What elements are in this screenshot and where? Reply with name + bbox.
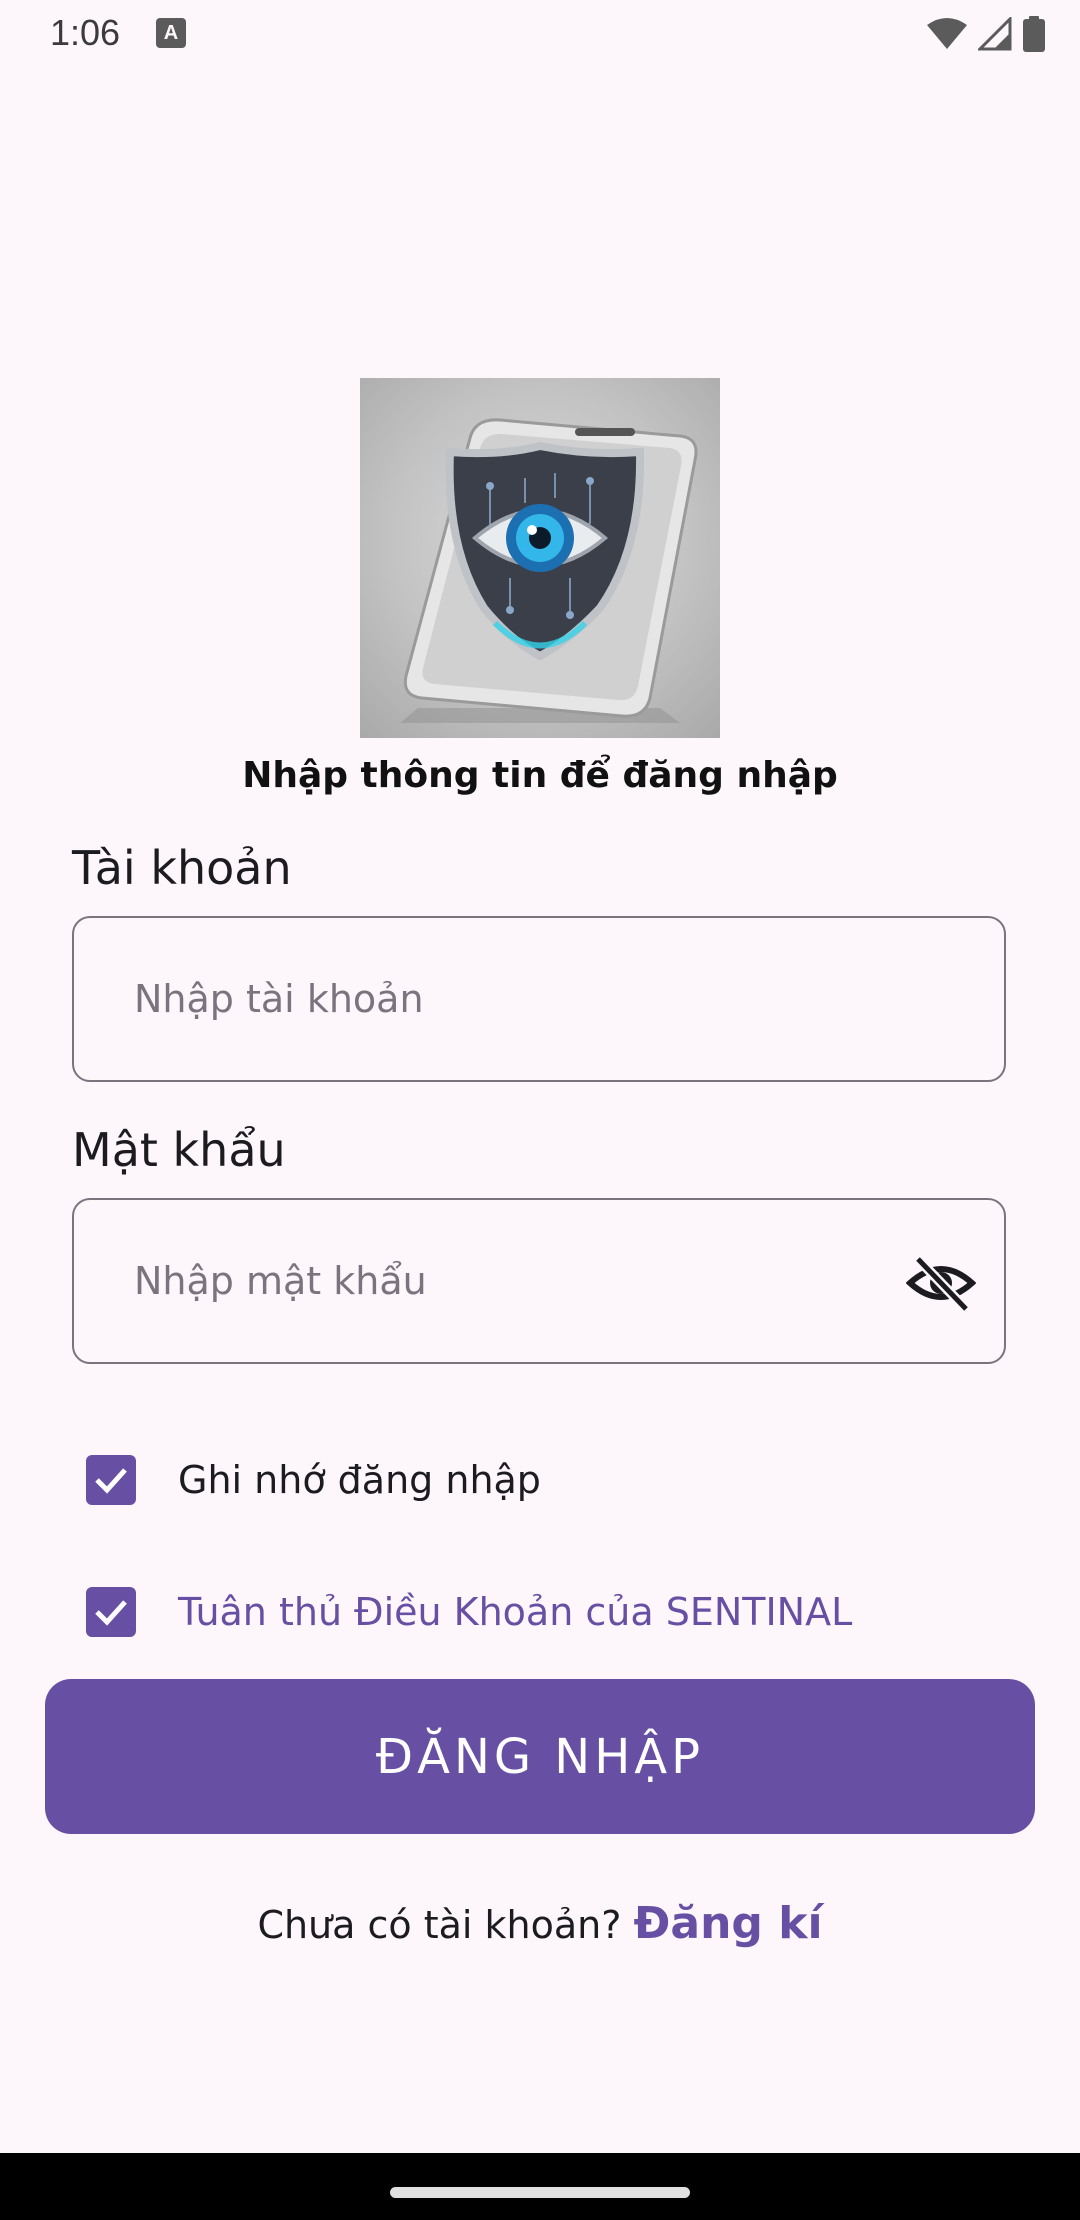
- shield-eye-phone-logo: [400, 418, 698, 723]
- check-icon: [95, 1600, 127, 1626]
- status-bar: 1:06 A: [0, 0, 1080, 66]
- signup-row: Chưa có tài khoản? Đăng kí: [0, 1894, 1080, 1955]
- terms-link[interactable]: Tuân thủ Điều Khoản của SENTINAL: [178, 1587, 852, 1637]
- page-title: Nhập thông tin để đăng nhập: [242, 755, 838, 796]
- signup-link[interactable]: Đăng kí: [634, 1898, 823, 1949]
- app-logo-image: [360, 378, 720, 738]
- password-field[interactable]: [72, 1198, 1006, 1364]
- remember-me-label: Ghi nhớ đăng nhập: [178, 1458, 541, 1502]
- account-label: Tài khoản: [72, 841, 292, 895]
- status-icons: [926, 14, 1046, 54]
- navigation-bar: [0, 2153, 1080, 2220]
- account-input[interactable]: [134, 918, 894, 1080]
- eye-off-icon[interactable]: [906, 1253, 976, 1313]
- login-button[interactable]: ĐĂNG NHẬP: [45, 1679, 1035, 1834]
- notification-icon: A: [156, 18, 186, 48]
- password-input[interactable]: [134, 1200, 894, 1362]
- remember-me-checkbox[interactable]: [86, 1455, 136, 1505]
- signal-icon: [978, 17, 1012, 51]
- status-time: 1:06: [50, 12, 121, 53]
- terms-row[interactable]: Tuân thủ Điều Khoản của SENTINAL: [86, 1580, 852, 1644]
- battery-icon: [1023, 16, 1045, 52]
- terms-checkbox[interactable]: [86, 1587, 136, 1637]
- remember-me-row[interactable]: Ghi nhớ đăng nhập: [86, 1448, 541, 1512]
- password-label: Mật khẩu: [72, 1123, 286, 1177]
- wifi-icon: [927, 18, 967, 49]
- check-icon: [95, 1468, 127, 1494]
- account-field[interactable]: [72, 916, 1006, 1082]
- home-gesture-handle[interactable]: [390, 2187, 690, 2198]
- signup-prompt: Chưa có tài khoản?: [257, 1903, 634, 1947]
